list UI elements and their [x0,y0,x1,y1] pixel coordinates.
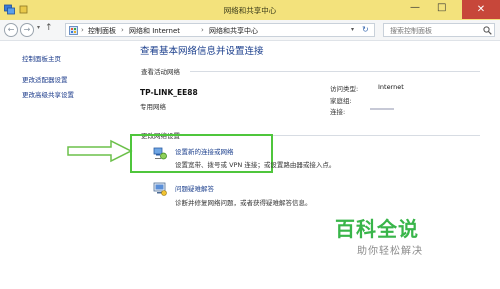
breadcrumb-control-panel[interactable]: 控制面板 [88,26,116,36]
troubleshoot-desc: 诊断并修复网络问题，或者获得疑难解答信息。 [175,199,312,207]
window-title: 网络和共享中心 [223,6,277,15]
arrow-left-icon: ← [7,25,15,34]
sidebar-item-control-panel-home[interactable]: 控制面板主页 [22,53,61,63]
page-title: 查看基本网络信息并设置连接 [140,46,264,57]
sidebar: 控制面板主页 更改适配器设置 更改高级共享设置 [0,41,133,289]
search-placeholder: 搜索控制面板 [390,27,432,35]
close-button[interactable]: ✕ [462,0,500,19]
annotation-arrow-icon [67,139,133,163]
arrow-right-icon: → [23,25,31,34]
watermark-slogan: 助你轻松解决 [357,246,423,257]
address-box[interactable]: › 控制面板 › 网络和 Internet › 网络和共享中心 ▾ ↻ [65,23,375,37]
connection-link[interactable] [370,108,394,110]
watermark-logo: 百科全说 [335,217,419,241]
window-titlebar: 网络和共享中心 — □ ✕ [0,0,500,20]
homegroup-label: 家庭组: [330,97,352,105]
up-button[interactable]: ↑ [45,23,53,33]
history-dropdown-icon[interactable]: ▾ [37,24,40,31]
back-button[interactable]: ← [4,23,18,37]
forward-button[interactable]: → [20,23,34,37]
section-divider [190,71,480,72]
active-networks-label: 查看活动网络 [141,68,180,76]
address-dropdown-icon[interactable]: ▾ [351,26,354,33]
sidebar-item-change-advanced-sharing[interactable]: 更改高级共享设置 [22,89,74,99]
refresh-icon[interactable]: ↻ [362,25,369,34]
troubleshoot-icon [153,182,167,196]
control-panel-icon [69,26,78,35]
search-icon[interactable] [483,26,492,35]
breadcrumb-network-internet[interactable]: 网络和 Internet [129,26,180,36]
access-type-value: Internet [378,83,404,91]
breadcrumb-separator: › [81,26,84,34]
setup-connection-link[interactable]: 设置新的连接或网络 [175,146,234,156]
network-type[interactable]: 专用网络 [140,101,166,111]
search-input[interactable]: 搜索控制面板 [383,23,495,37]
address-toolbar: ← → ▾ ↑ › 控制面板 › 网络和 Internet › 网络和共享中心 … [0,20,500,41]
breadcrumb-separator: › [201,26,204,34]
setup-connection-desc: 设置宽带、拨号或 VPN 连接；或设置路由器或接入点。 [175,161,336,169]
breadcrumb-network-sharing-center[interactable]: 网络和共享中心 [209,26,258,36]
maximize-button[interactable]: □ [437,3,446,13]
access-type-label: 访问类型: [330,85,359,93]
sidebar-item-change-adapter-settings[interactable]: 更改适配器设置 [22,74,68,84]
network-setup-icon [153,146,167,160]
network-name: TP-LINK_EE88 [140,88,198,97]
minimize-button[interactable]: — [410,3,420,13]
arrow-up-icon: ↑ [45,23,53,33]
breadcrumb-separator: › [121,26,124,34]
troubleshoot-link[interactable]: 问题疑难解答 [175,183,214,193]
connection-label: 连接: [330,108,346,116]
